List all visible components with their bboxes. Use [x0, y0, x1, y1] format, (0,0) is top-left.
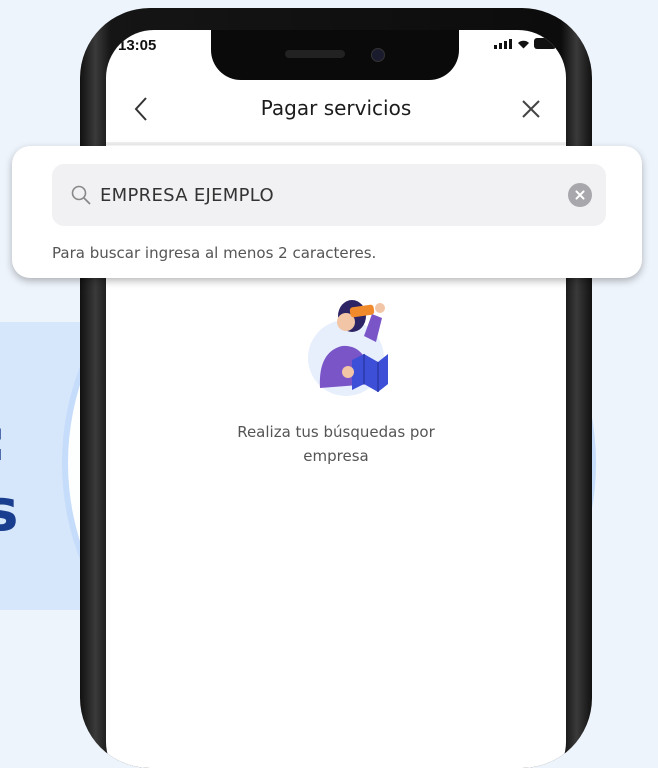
empty-state-line-2: empresa: [303, 447, 369, 465]
search-input[interactable]: [100, 178, 560, 212]
search-icon: [70, 184, 92, 206]
front-camera: [371, 48, 385, 62]
left-cropped-text: :s: [0, 406, 19, 544]
page-title: Pagar servicios: [260, 96, 412, 120]
empty-state-line-1: Realiza tus búsquedas por: [237, 423, 435, 441]
status-icons: [494, 38, 556, 49]
status-time: 13:05: [118, 37, 157, 54]
binoculars-woman-illustration: [302, 292, 394, 402]
phone-notch: [211, 30, 459, 80]
empty-state-message: Realiza tus búsquedas por empresa: [186, 420, 486, 468]
clear-search-button[interactable]: [568, 183, 592, 207]
close-icon[interactable]: [520, 98, 542, 120]
battery-icon: [534, 38, 556, 49]
search-hint: Para buscar ingresa al menos 2 caractere…: [52, 244, 377, 262]
phone-frame: 13:05 Pagar servicios Realiza tus búsque…: [80, 8, 592, 768]
phone-screen: 13:05 Pagar servicios Realiza tus búsque…: [106, 30, 566, 768]
speaker-grille: [285, 50, 345, 58]
wifi-icon: [517, 39, 529, 49]
nav-divider: [106, 142, 566, 145]
search-box[interactable]: [52, 164, 606, 226]
search-card: Para buscar ingresa al menos 2 caractere…: [12, 146, 642, 278]
signal-icon: [494, 39, 512, 49]
